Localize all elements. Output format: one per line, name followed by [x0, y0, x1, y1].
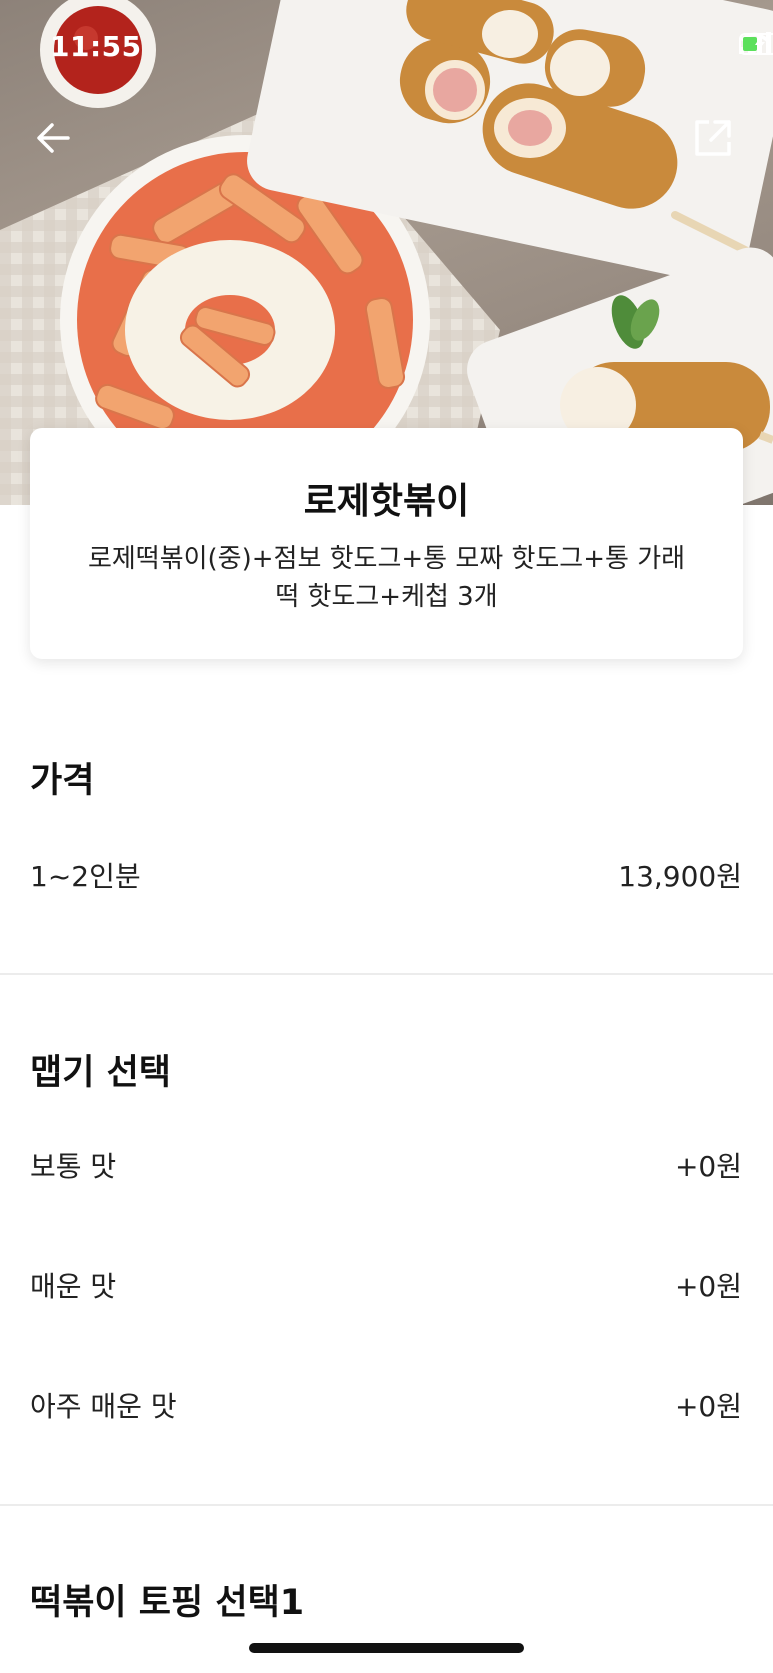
- battery-charging-icon: [739, 33, 773, 55]
- topping-section-title: 떡볶이 토핑 선택1: [30, 1583, 305, 1623]
- spice-section: 맵기 선택 보통 맛 +0원 매운 맛 +0원 아주 매운 맛 +0원: [0, 1030, 773, 1490]
- status-time: 11:55: [50, 30, 142, 63]
- price-section-title: 가격: [30, 761, 95, 801]
- spice-option-normal[interactable]: 보통 맛 +0원: [30, 1145, 742, 1185]
- spice-section-title: 맵기 선택: [30, 1053, 171, 1093]
- back-button[interactable]: [28, 112, 80, 164]
- option-label: 매운 맛: [30, 1270, 117, 1303]
- option-price: +0원: [674, 1390, 742, 1423]
- divider: [0, 1504, 773, 1506]
- spice-option-very-spicy[interactable]: 아주 매운 맛 +0원: [30, 1385, 742, 1425]
- option-label: 아주 매운 맛: [30, 1390, 177, 1423]
- spice-option-spicy[interactable]: 매운 맛 +0원: [30, 1265, 742, 1305]
- arrow-left-icon: [37, 123, 70, 153]
- product-description: 로제떡볶이(중)+점보 핫도그+통 모짜 핫도그+통 가래떡 핫도그+케첩 3개: [87, 544, 686, 612]
- topping-section: 떡볶이 토핑 선택1: [0, 1570, 773, 1650]
- home-indicator[interactable]: [249, 1643, 524, 1653]
- price-label: 1~2인분: [30, 860, 141, 893]
- option-price: +0원: [674, 1150, 742, 1183]
- share-icon: [695, 120, 731, 156]
- product-info-card: 로제핫볶이 로제떡볶이(중)+점보 핫도그+통 모짜 핫도그+통 가래떡 핫도그…: [30, 428, 743, 659]
- option-price: +0원: [674, 1270, 742, 1303]
- price-section: 가격 1~2인분 13,900원: [0, 740, 773, 970]
- option-label: 보통 맛: [30, 1150, 117, 1183]
- divider: [0, 973, 773, 975]
- price-value: 13,900원: [618, 860, 742, 893]
- share-button[interactable]: [687, 112, 739, 164]
- product-name: 로제핫볶이: [303, 481, 470, 522]
- price-row: 1~2인분 13,900원: [30, 855, 742, 895]
